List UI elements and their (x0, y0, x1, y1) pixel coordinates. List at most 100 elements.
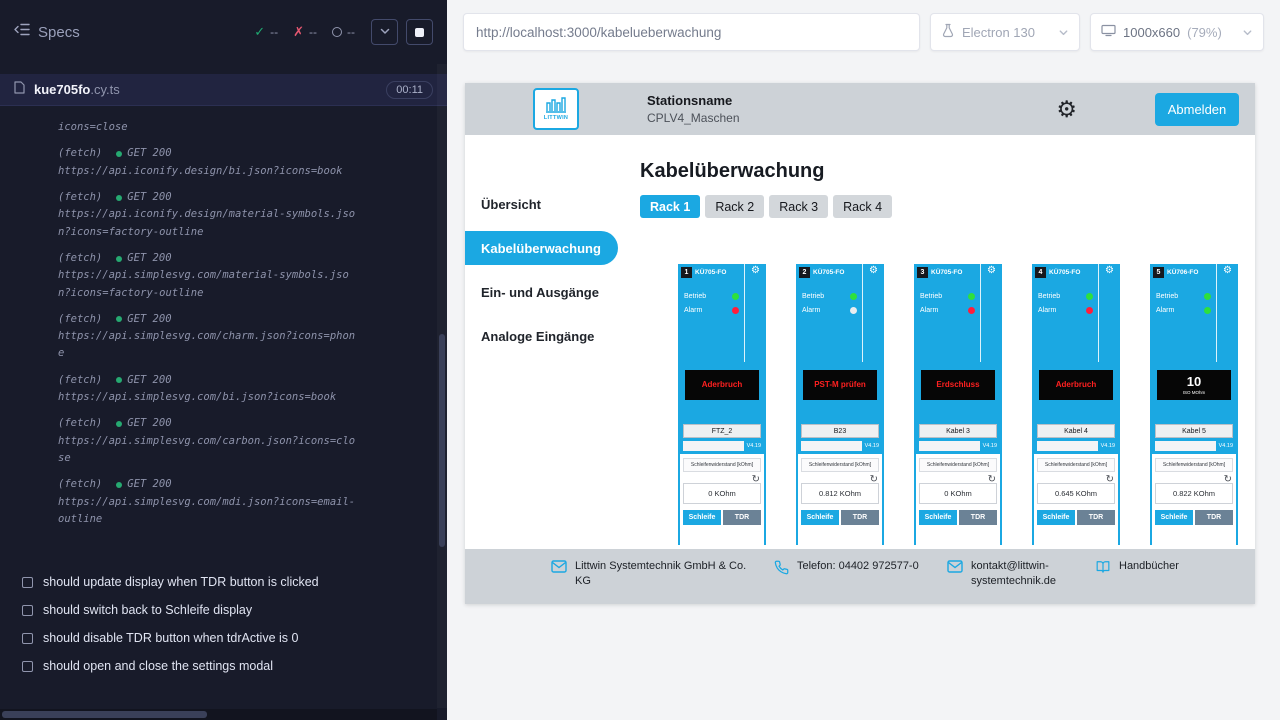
sidebar-item-uebersicht[interactable]: Übersicht (465, 187, 618, 221)
alarm-led (850, 307, 857, 314)
test-item[interactable]: should update display when TDR button is… (22, 568, 433, 596)
tab-rack-4[interactable]: Rack 4 (833, 195, 892, 218)
test-list: should update display when TDR button is… (0, 568, 447, 720)
aut-canvas: LITTWIN Stationsname CPLV4_Maschen ⚙ Abm… (447, 64, 1280, 720)
schleife-button[interactable]: Schleife (801, 510, 839, 525)
browser-name: Electron 130 (962, 25, 1035, 40)
tab-rack-2[interactable]: Rack 2 (705, 195, 764, 218)
schleife-button[interactable]: Schleife (1037, 510, 1075, 525)
card-gear-icon[interactable]: ⚙ (869, 266, 878, 362)
logo-text: LITTWIN (544, 115, 568, 121)
refresh-icon[interactable]: ↻ (752, 475, 760, 485)
sidebar-item-ein-und-ausgaenge[interactable]: Ein- und Ausgänge (465, 275, 618, 309)
mail-icon (551, 560, 567, 589)
betrieb-led (850, 293, 857, 300)
test-state-icon (22, 633, 33, 644)
schleife-button[interactable]: Schleife (919, 510, 957, 525)
spec-file-bar[interactable]: kue705fo.cy.ts 00:11 (0, 74, 447, 106)
browser-select[interactable]: Electron 130 (930, 13, 1080, 51)
card-gear-icon[interactable]: ⚙ (751, 266, 760, 362)
vertical-scrollbar (437, 64, 447, 708)
status-dot-icon (116, 316, 122, 322)
resistance-value: 0.645 KOhm (1037, 483, 1115, 504)
log-entry[interactable]: (fetch)GET 200 https://api.simplesvg.com… (58, 372, 359, 407)
status-display: Erdschluss (921, 370, 995, 400)
tdr-button[interactable]: TDR (723, 510, 761, 525)
collapse-button[interactable] (371, 19, 398, 45)
book-icon (1095, 560, 1111, 574)
footer-email[interactable]: kontakt@littwin-systemtechnik.de (947, 559, 1071, 589)
resistance-value: 0.822 KOhm (1155, 483, 1233, 504)
stop-button[interactable] (406, 19, 433, 45)
alarm-label: Alarm (684, 307, 702, 314)
betrieb-led (1086, 293, 1093, 300)
device-model: KÜ705-FO (931, 269, 962, 276)
station-label: Stationsname (647, 93, 740, 108)
log-entry[interactable]: (fetch)GET 200 https://api.simplesvg.com… (58, 476, 359, 528)
request-url: https://api.iconify.design/bi.json?icons… (58, 163, 359, 180)
settings-gear-icon[interactable]: ⚙ (1056, 98, 1077, 121)
device-model: KÜ705-FO (1049, 269, 1080, 276)
specs-panel-toggle[interactable]: Specs (14, 22, 80, 42)
check-icon: ✓ (254, 24, 265, 40)
tab-rack-3[interactable]: Rack 3 (769, 195, 828, 218)
resistance-label: Schleifenwiderstand [kOhm] (1037, 458, 1115, 472)
resistance-label: Schleifenwiderstand [kOhm] (801, 458, 879, 472)
status-display: PST-M prüfen (803, 370, 877, 400)
footer-manuals[interactable]: Handbücher (1095, 559, 1179, 574)
refresh-icon[interactable]: ↻ (870, 475, 878, 485)
version-field (919, 441, 980, 451)
command-log: icons=close (fetch)GET 200 https://api.i… (0, 106, 447, 568)
chevron-down-icon (1242, 27, 1253, 38)
alarm-led (732, 307, 739, 314)
schleife-button[interactable]: Schleife (683, 510, 721, 525)
log-entry[interactable]: (fetch)GET 200 https://api.iconify.desig… (58, 189, 359, 241)
test-state-icon (22, 577, 33, 588)
refresh-icon[interactable]: ↻ (1224, 475, 1232, 485)
viewport-select[interactable]: 1000x660 (79%) (1090, 13, 1264, 51)
test-item[interactable]: should disable TDR button when tdrActive… (22, 624, 433, 652)
version-field (683, 441, 744, 451)
refresh-icon[interactable]: ↻ (1106, 475, 1114, 485)
test-item[interactable]: should switch back to Schleife display (22, 596, 433, 624)
test-state-icon (22, 605, 33, 616)
vertical-scrollbar-thumb[interactable] (439, 334, 445, 547)
slot-number: 1 (681, 267, 692, 278)
status-display: Aderbruch (685, 370, 759, 400)
alarm-label: Alarm (1156, 307, 1174, 314)
horizontal-scrollbar-thumb[interactable] (2, 711, 207, 718)
refresh-icon[interactable]: ↻ (988, 475, 996, 485)
log-entry[interactable]: (fetch)GET 200 https://api.iconify.desig… (58, 145, 359, 180)
firmware-version: V4.19 (747, 443, 761, 449)
tdr-button[interactable]: TDR (841, 510, 879, 525)
chevron-down-icon (379, 25, 391, 40)
url-bar[interactable]: http://localhost:3000/kabelueberwachung (463, 13, 920, 51)
card-gear-icon[interactable]: ⚙ (1105, 266, 1114, 362)
footer-phone[interactable]: Telefon: 04402 972577-0 (774, 559, 923, 575)
cable-name: Kabel 4 (1037, 424, 1115, 438)
resistance-label: Schleifenwiderstand [kOhm] (919, 458, 997, 472)
cypress-reporter: Specs ✓-- ✗-- -- kue705fo.cy.ts 00:11 ic… (0, 0, 447, 720)
chevron-down-icon (1058, 27, 1069, 38)
logout-button[interactable]: Abmelden (1155, 93, 1239, 126)
resistance-label: Schleifenwiderstand [kOhm] (1155, 458, 1233, 472)
log-entry[interactable]: (fetch)GET 200 https://api.simplesvg.com… (58, 311, 359, 363)
alarm-led (1204, 307, 1211, 314)
log-entry[interactable]: (fetch)GET 200 https://api.simplesvg.com… (58, 250, 359, 302)
test-item[interactable]: should open and close the settings modal (22, 652, 433, 680)
sidebar-item-analoge-eingaenge[interactable]: Analoge Eingänge (465, 319, 618, 353)
tdr-button[interactable]: TDR (959, 510, 997, 525)
station-info: Stationsname CPLV4_Maschen (647, 93, 740, 125)
betrieb-label: Betrieb (1156, 293, 1178, 300)
tdr-button[interactable]: TDR (1195, 510, 1233, 525)
tdr-button[interactable]: TDR (1077, 510, 1115, 525)
schleife-button[interactable]: Schleife (1155, 510, 1193, 525)
aut-panel: http://localhost:3000/kabelueberwachung … (447, 0, 1280, 720)
card-gear-icon[interactable]: ⚙ (987, 266, 996, 362)
log-entry[interactable]: (fetch)GET 200 https://api.simplesvg.com… (58, 415, 359, 467)
betrieb-led (1204, 293, 1211, 300)
resistance-value: 0.812 KOhm (801, 483, 879, 504)
tab-rack-1[interactable]: Rack 1 (640, 195, 700, 218)
card-gear-icon[interactable]: ⚙ (1223, 266, 1232, 362)
sidebar-item-kabelueberwachung[interactable]: Kabelüberwachung (465, 231, 618, 265)
